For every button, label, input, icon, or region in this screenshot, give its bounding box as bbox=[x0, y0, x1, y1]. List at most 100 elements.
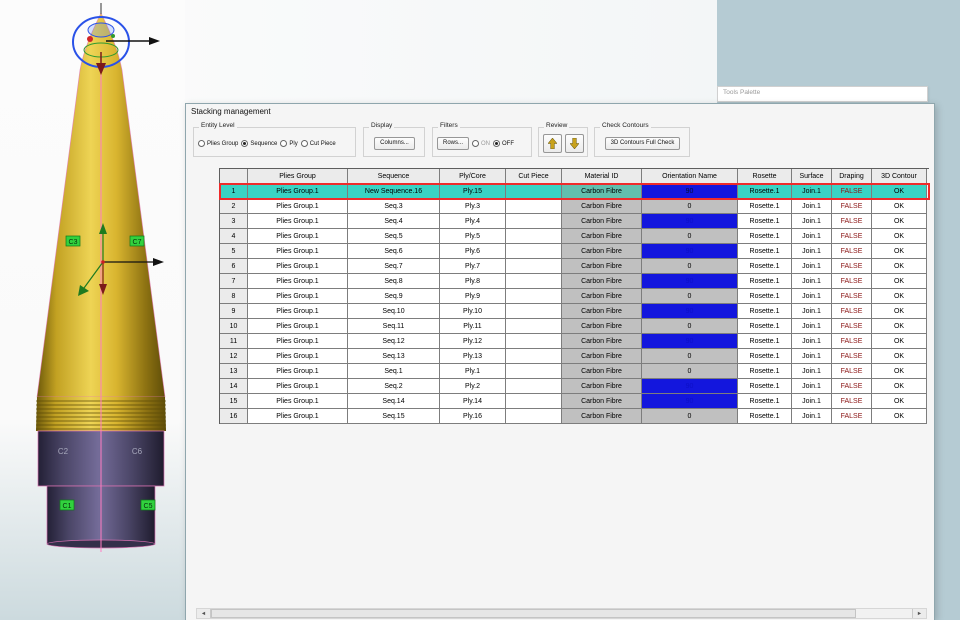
radio-sequence[interactable]: Sequence bbox=[241, 140, 277, 147]
contour-3d-cell[interactable]: OK bbox=[872, 229, 927, 244]
cut-piece-cell[interactable] bbox=[506, 244, 562, 259]
cut-piece-cell[interactable] bbox=[506, 229, 562, 244]
column-header[interactable]: Draping bbox=[832, 169, 872, 184]
scroll-left-button[interactable]: ◄ bbox=[197, 609, 211, 618]
draping-cell[interactable]: FALSE bbox=[832, 289, 872, 304]
table-row[interactable]: 6 Plies Group.1 Seq.7 Ply.7 Carbon Fibre… bbox=[220, 259, 929, 274]
axis-label-c3[interactable]: C3 bbox=[65, 235, 81, 247]
table-row[interactable]: 7 Plies Group.1 Seq.8 Ply.8 Carbon Fibre… bbox=[220, 274, 929, 289]
row-number-cell[interactable]: 12 bbox=[220, 349, 248, 364]
column-header[interactable]: Surface bbox=[792, 169, 832, 184]
rosette-cell[interactable]: Rosette.1 bbox=[738, 364, 792, 379]
sequence-cell[interactable]: New Sequence.16 bbox=[348, 184, 440, 199]
material-id-cell[interactable]: Carbon Fibre bbox=[562, 304, 642, 319]
sequence-cell[interactable]: Seq.14 bbox=[348, 394, 440, 409]
draping-cell[interactable]: FALSE bbox=[832, 304, 872, 319]
table-row[interactable]: 5 Plies Group.1 Seq.6 Ply.6 Carbon Fibre… bbox=[220, 244, 929, 259]
orientation-cell[interactable]: 90 bbox=[642, 394, 738, 409]
horizontal-scrollbar[interactable]: ◄ ► bbox=[196, 608, 927, 619]
column-header[interactable]: Material ID bbox=[562, 169, 642, 184]
sequence-cell[interactable]: Seq.3 bbox=[348, 199, 440, 214]
scrollbar-thumb[interactable] bbox=[211, 609, 856, 618]
sequence-cell[interactable]: Seq.1 bbox=[348, 364, 440, 379]
column-header[interactable]: Orientation Name bbox=[642, 169, 738, 184]
row-number-cell[interactable]: 13 bbox=[220, 364, 248, 379]
rosette-cell[interactable]: Rosette.1 bbox=[738, 289, 792, 304]
draping-cell[interactable]: FALSE bbox=[832, 229, 872, 244]
row-number-cell[interactable]: 10 bbox=[220, 319, 248, 334]
row-number-cell[interactable]: 9 bbox=[220, 304, 248, 319]
3d-viewport-model[interactable]: C3 C7 C2 C6 C1 C5 bbox=[0, 0, 200, 570]
material-id-cell[interactable]: Carbon Fibre bbox=[562, 274, 642, 289]
contour-3d-cell[interactable]: OK bbox=[872, 289, 927, 304]
ply-core-cell[interactable]: Ply.8 bbox=[440, 274, 506, 289]
sequence-cell[interactable]: Seq.5 bbox=[348, 229, 440, 244]
sequence-cell[interactable]: Seq.15 bbox=[348, 409, 440, 424]
row-number-cell[interactable]: 2 bbox=[220, 199, 248, 214]
plies-group-cell[interactable]: Plies Group.1 bbox=[248, 259, 348, 274]
cut-piece-cell[interactable] bbox=[506, 409, 562, 424]
orientation-cell[interactable]: 0 bbox=[642, 319, 738, 334]
plies-group-cell[interactable]: Plies Group.1 bbox=[248, 394, 348, 409]
surface-cell[interactable]: Join.1 bbox=[792, 349, 832, 364]
plies-group-cell[interactable]: Plies Group.1 bbox=[248, 319, 348, 334]
rosette-cell[interactable]: Rosette.1 bbox=[738, 274, 792, 289]
draping-cell[interactable]: FALSE bbox=[832, 244, 872, 259]
rosette-cell[interactable]: Rosette.1 bbox=[738, 214, 792, 229]
ply-core-cell[interactable]: Ply.12 bbox=[440, 334, 506, 349]
ply-core-cell[interactable]: Ply.11 bbox=[440, 319, 506, 334]
draping-cell[interactable]: FALSE bbox=[832, 364, 872, 379]
surface-cell[interactable]: Join.1 bbox=[792, 334, 832, 349]
table-row[interactable]: 10 Plies Group.1 Seq.11 Ply.11 Carbon Fi… bbox=[220, 319, 929, 334]
sequence-cell[interactable]: Seq.11 bbox=[348, 319, 440, 334]
rosette-cell[interactable]: Rosette.1 bbox=[738, 184, 792, 199]
sequence-cell[interactable]: Seq.7 bbox=[348, 259, 440, 274]
radio-plies-group[interactable]: Plies Group bbox=[198, 140, 238, 147]
ply-core-cell[interactable]: Ply.5 bbox=[440, 229, 506, 244]
contour-3d-cell[interactable]: OK bbox=[872, 304, 927, 319]
cut-piece-cell[interactable] bbox=[506, 334, 562, 349]
plies-group-cell[interactable]: Plies Group.1 bbox=[248, 364, 348, 379]
columns-button[interactable]: Columns... bbox=[374, 137, 415, 150]
cut-piece-cell[interactable] bbox=[506, 394, 562, 409]
rosette-cell[interactable]: Rosette.1 bbox=[738, 199, 792, 214]
contour-3d-cell[interactable]: OK bbox=[872, 244, 927, 259]
orientation-cell[interactable]: 0 bbox=[642, 409, 738, 424]
cut-piece-cell[interactable] bbox=[506, 199, 562, 214]
contour-3d-cell[interactable]: OK bbox=[872, 199, 927, 214]
rosette-cell[interactable]: Rosette.1 bbox=[738, 409, 792, 424]
ply-core-cell[interactable]: Ply.6 bbox=[440, 244, 506, 259]
row-number-cell[interactable]: 5 bbox=[220, 244, 248, 259]
scrollbar-track[interactable] bbox=[211, 609, 912, 618]
rows-button[interactable]: Rows... bbox=[437, 137, 470, 150]
ply-core-cell[interactable]: Ply.7 bbox=[440, 259, 506, 274]
ply-core-cell[interactable]: Ply.16 bbox=[440, 409, 506, 424]
sequence-cell[interactable]: Seq.9 bbox=[348, 289, 440, 304]
row-number-cell[interactable]: 6 bbox=[220, 259, 248, 274]
ply-core-cell[interactable]: Ply.10 bbox=[440, 304, 506, 319]
cut-piece-cell[interactable] bbox=[506, 214, 562, 229]
sequence-cell[interactable]: Seq.13 bbox=[348, 349, 440, 364]
orientation-cell[interactable]: 90 bbox=[642, 379, 738, 394]
table-row[interactable]: 2 Plies Group.1 Seq.3 Ply.3 Carbon Fibre… bbox=[220, 199, 929, 214]
row-number-cell[interactable]: 1 bbox=[220, 184, 248, 199]
orientation-cell[interactable]: 0 bbox=[642, 259, 738, 274]
draping-cell[interactable]: FALSE bbox=[832, 274, 872, 289]
column-header[interactable]: Sequence bbox=[348, 169, 440, 184]
ply-core-cell[interactable]: Ply.14 bbox=[440, 394, 506, 409]
orientation-cell[interactable]: 0 bbox=[642, 364, 738, 379]
cut-piece-cell[interactable] bbox=[506, 304, 562, 319]
ply-core-cell[interactable]: Ply.3 bbox=[440, 199, 506, 214]
orientation-cell[interactable]: 90 bbox=[642, 274, 738, 289]
orientation-cell[interactable]: 0 bbox=[642, 349, 738, 364]
surface-cell[interactable]: Join.1 bbox=[792, 244, 832, 259]
column-header[interactable]: Rosette bbox=[738, 169, 792, 184]
contour-3d-cell[interactable]: OK bbox=[872, 409, 927, 424]
cut-piece-cell[interactable] bbox=[506, 319, 562, 334]
rosette-cell[interactable]: Rosette.1 bbox=[738, 379, 792, 394]
review-next-button[interactable] bbox=[565, 134, 584, 153]
plies-group-cell[interactable]: Plies Group.1 bbox=[248, 289, 348, 304]
column-header[interactable]: Cut Piece bbox=[506, 169, 562, 184]
material-id-cell[interactable]: Carbon Fibre bbox=[562, 394, 642, 409]
sequence-cell[interactable]: Seq.2 bbox=[348, 379, 440, 394]
